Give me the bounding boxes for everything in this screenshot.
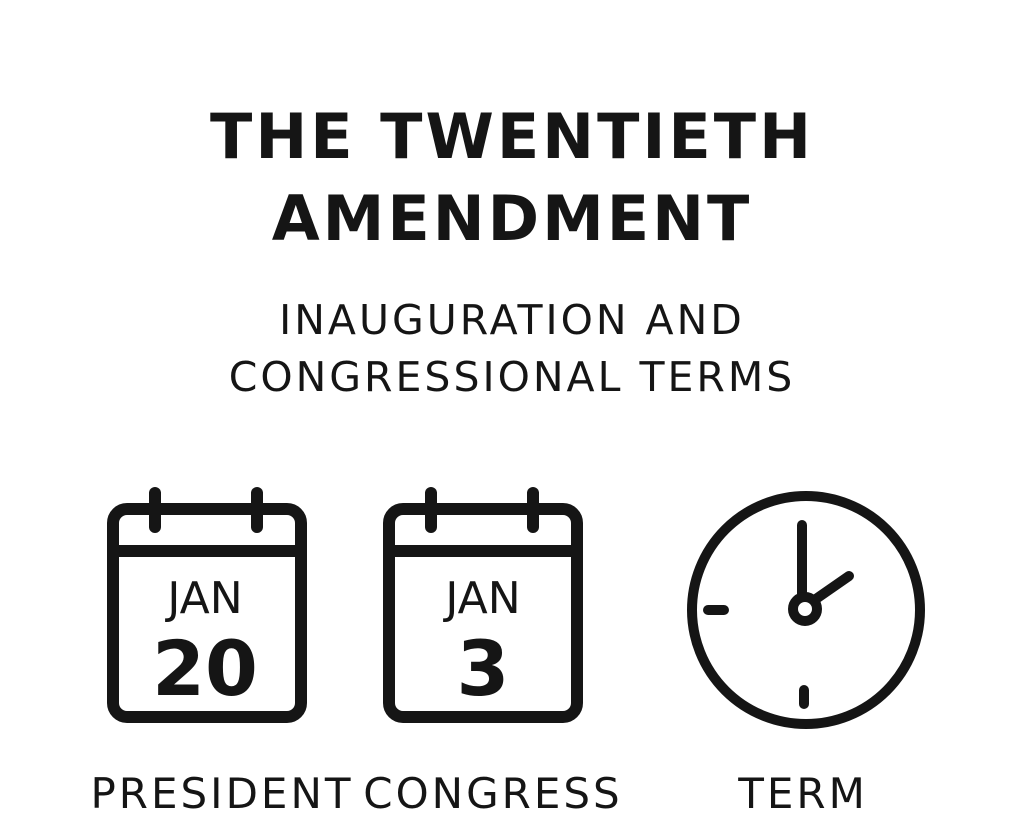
clock-icon bbox=[687, 491, 925, 729]
title-line-2: AMENDMENT bbox=[271, 182, 753, 255]
president-day: 20 bbox=[152, 624, 258, 713]
subtitle-line-1: INAUGURATION AND bbox=[279, 296, 745, 344]
subtitle-line-2: CONGRESSIONAL TERMS bbox=[228, 353, 796, 401]
president-calendar: JAN 20 bbox=[107, 487, 307, 723]
term-label: TERM bbox=[738, 769, 868, 818]
title-line-1: THE TWENTIETH bbox=[210, 100, 814, 173]
president-label: PRESIDENT bbox=[90, 769, 354, 818]
president-month: JAN bbox=[164, 573, 242, 624]
congress-calendar: JAN 3 bbox=[383, 487, 583, 723]
congress-month: JAN bbox=[442, 573, 520, 624]
congress-day: 3 bbox=[457, 624, 510, 713]
calendar-icon: JAN 20 bbox=[107, 487, 307, 723]
page-subtitle: INAUGURATION AND CONGRESSIONAL TERMS bbox=[0, 292, 1024, 406]
term-clock bbox=[686, 488, 928, 732]
congress-label: CONGRESS bbox=[363, 769, 623, 818]
calendar-icon: JAN 3 bbox=[383, 487, 583, 723]
page-title: THE TWENTIETH AMENDMENT bbox=[0, 96, 1024, 260]
